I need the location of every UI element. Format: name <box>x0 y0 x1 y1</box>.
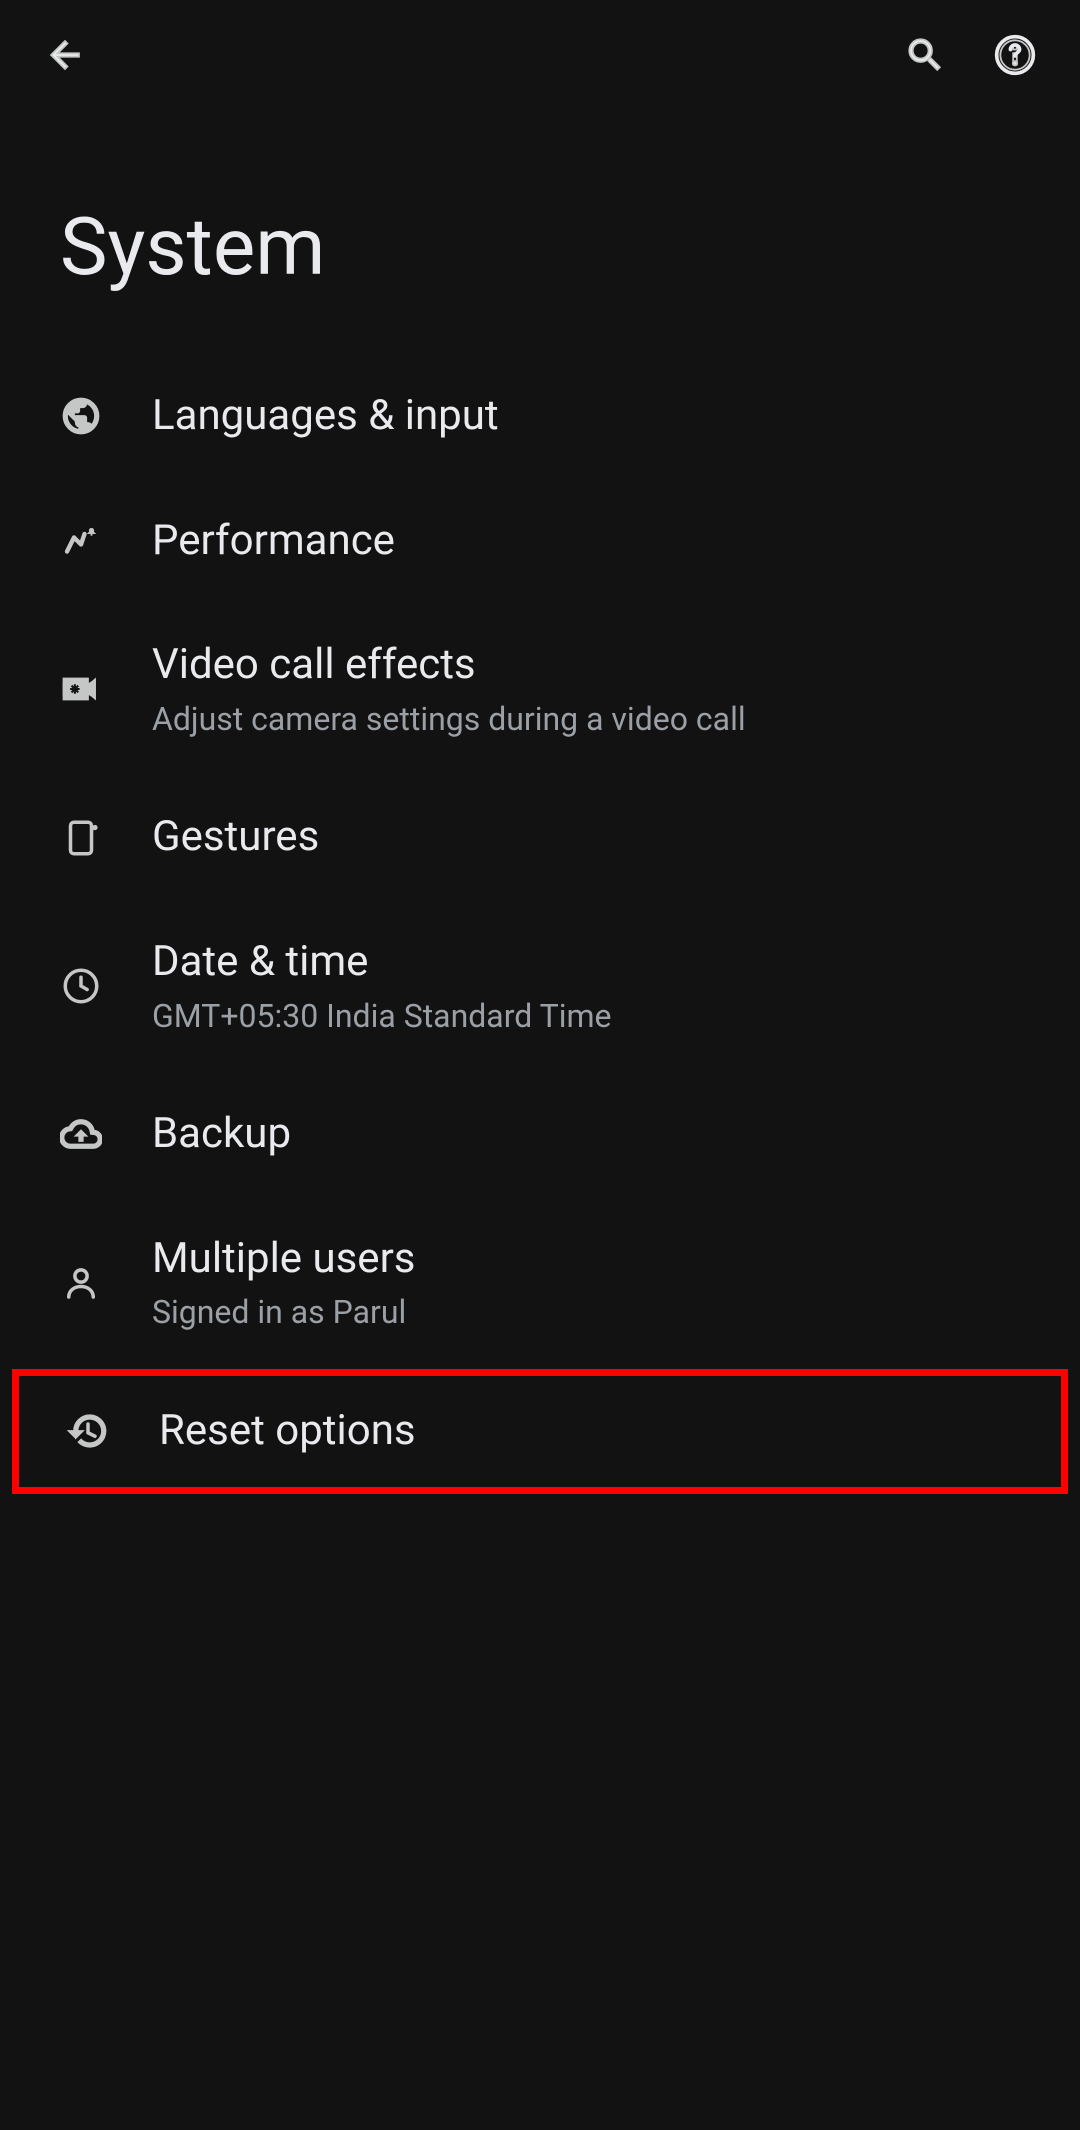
item-title: Multiple users <box>152 1232 415 1287</box>
item-subtitle: Signed in as Parul <box>152 1292 415 1334</box>
item-text: Reset options <box>159 1404 416 1459</box>
item-text: Multiple users Signed in as Parul <box>152 1232 415 1334</box>
history-icon <box>67 1410 109 1452</box>
setting-item-multiple-users[interactable]: Multiple users Signed in as Parul <box>0 1197 1080 1369</box>
item-text: Performance <box>152 514 395 569</box>
item-title: Performance <box>152 514 395 569</box>
item-text: Backup <box>152 1107 291 1162</box>
setting-item-backup[interactable]: Backup <box>0 1072 1080 1197</box>
item-text: Languages & input <box>152 389 499 444</box>
item-title: Reset options <box>159 1404 416 1459</box>
page-title: System <box>0 110 1080 354</box>
setting-item-video-call-effects[interactable]: Video call effects Adjust camera setting… <box>0 603 1080 775</box>
setting-item-languages-input[interactable]: Languages & input <box>0 354 1080 479</box>
item-title: Gestures <box>152 810 319 865</box>
item-title: Date & time <box>152 935 612 990</box>
item-text: Date & time GMT+05:30 India Standard Tim… <box>152 935 612 1037</box>
item-title: Languages & input <box>152 389 499 444</box>
search-icon <box>904 34 946 76</box>
gestures-icon <box>60 817 102 859</box>
item-subtitle: Adjust camera settings during a video ca… <box>152 699 746 741</box>
setting-item-gestures[interactable]: Gestures <box>0 775 1080 900</box>
performance-icon <box>60 520 102 562</box>
header-bar <box>0 0 1080 110</box>
help-button[interactable] <box>990 30 1040 80</box>
setting-item-reset-options[interactable]: Reset options <box>12 1369 1068 1494</box>
item-title: Backup <box>152 1107 291 1162</box>
clock-icon <box>60 965 102 1007</box>
videocam-gear-icon <box>60 668 102 710</box>
settings-list: Languages & input Performance <box>0 354 1080 1494</box>
setting-item-performance[interactable]: Performance <box>0 479 1080 604</box>
cloud-upload-icon <box>60 1113 102 1155</box>
item-title: Video call effects <box>152 638 746 693</box>
help-icon <box>993 33 1037 77</box>
arrow-left-icon <box>44 34 86 76</box>
search-button[interactable] <box>900 30 950 80</box>
person-icon <box>60 1262 102 1304</box>
item-subtitle: GMT+05:30 India Standard Time <box>152 996 612 1038</box>
item-text: Video call effects Adjust camera setting… <box>152 638 746 740</box>
globe-icon <box>60 395 102 437</box>
setting-item-date-time[interactable]: Date & time GMT+05:30 India Standard Tim… <box>0 900 1080 1072</box>
back-button[interactable] <box>40 30 90 80</box>
item-text: Gestures <box>152 810 319 865</box>
